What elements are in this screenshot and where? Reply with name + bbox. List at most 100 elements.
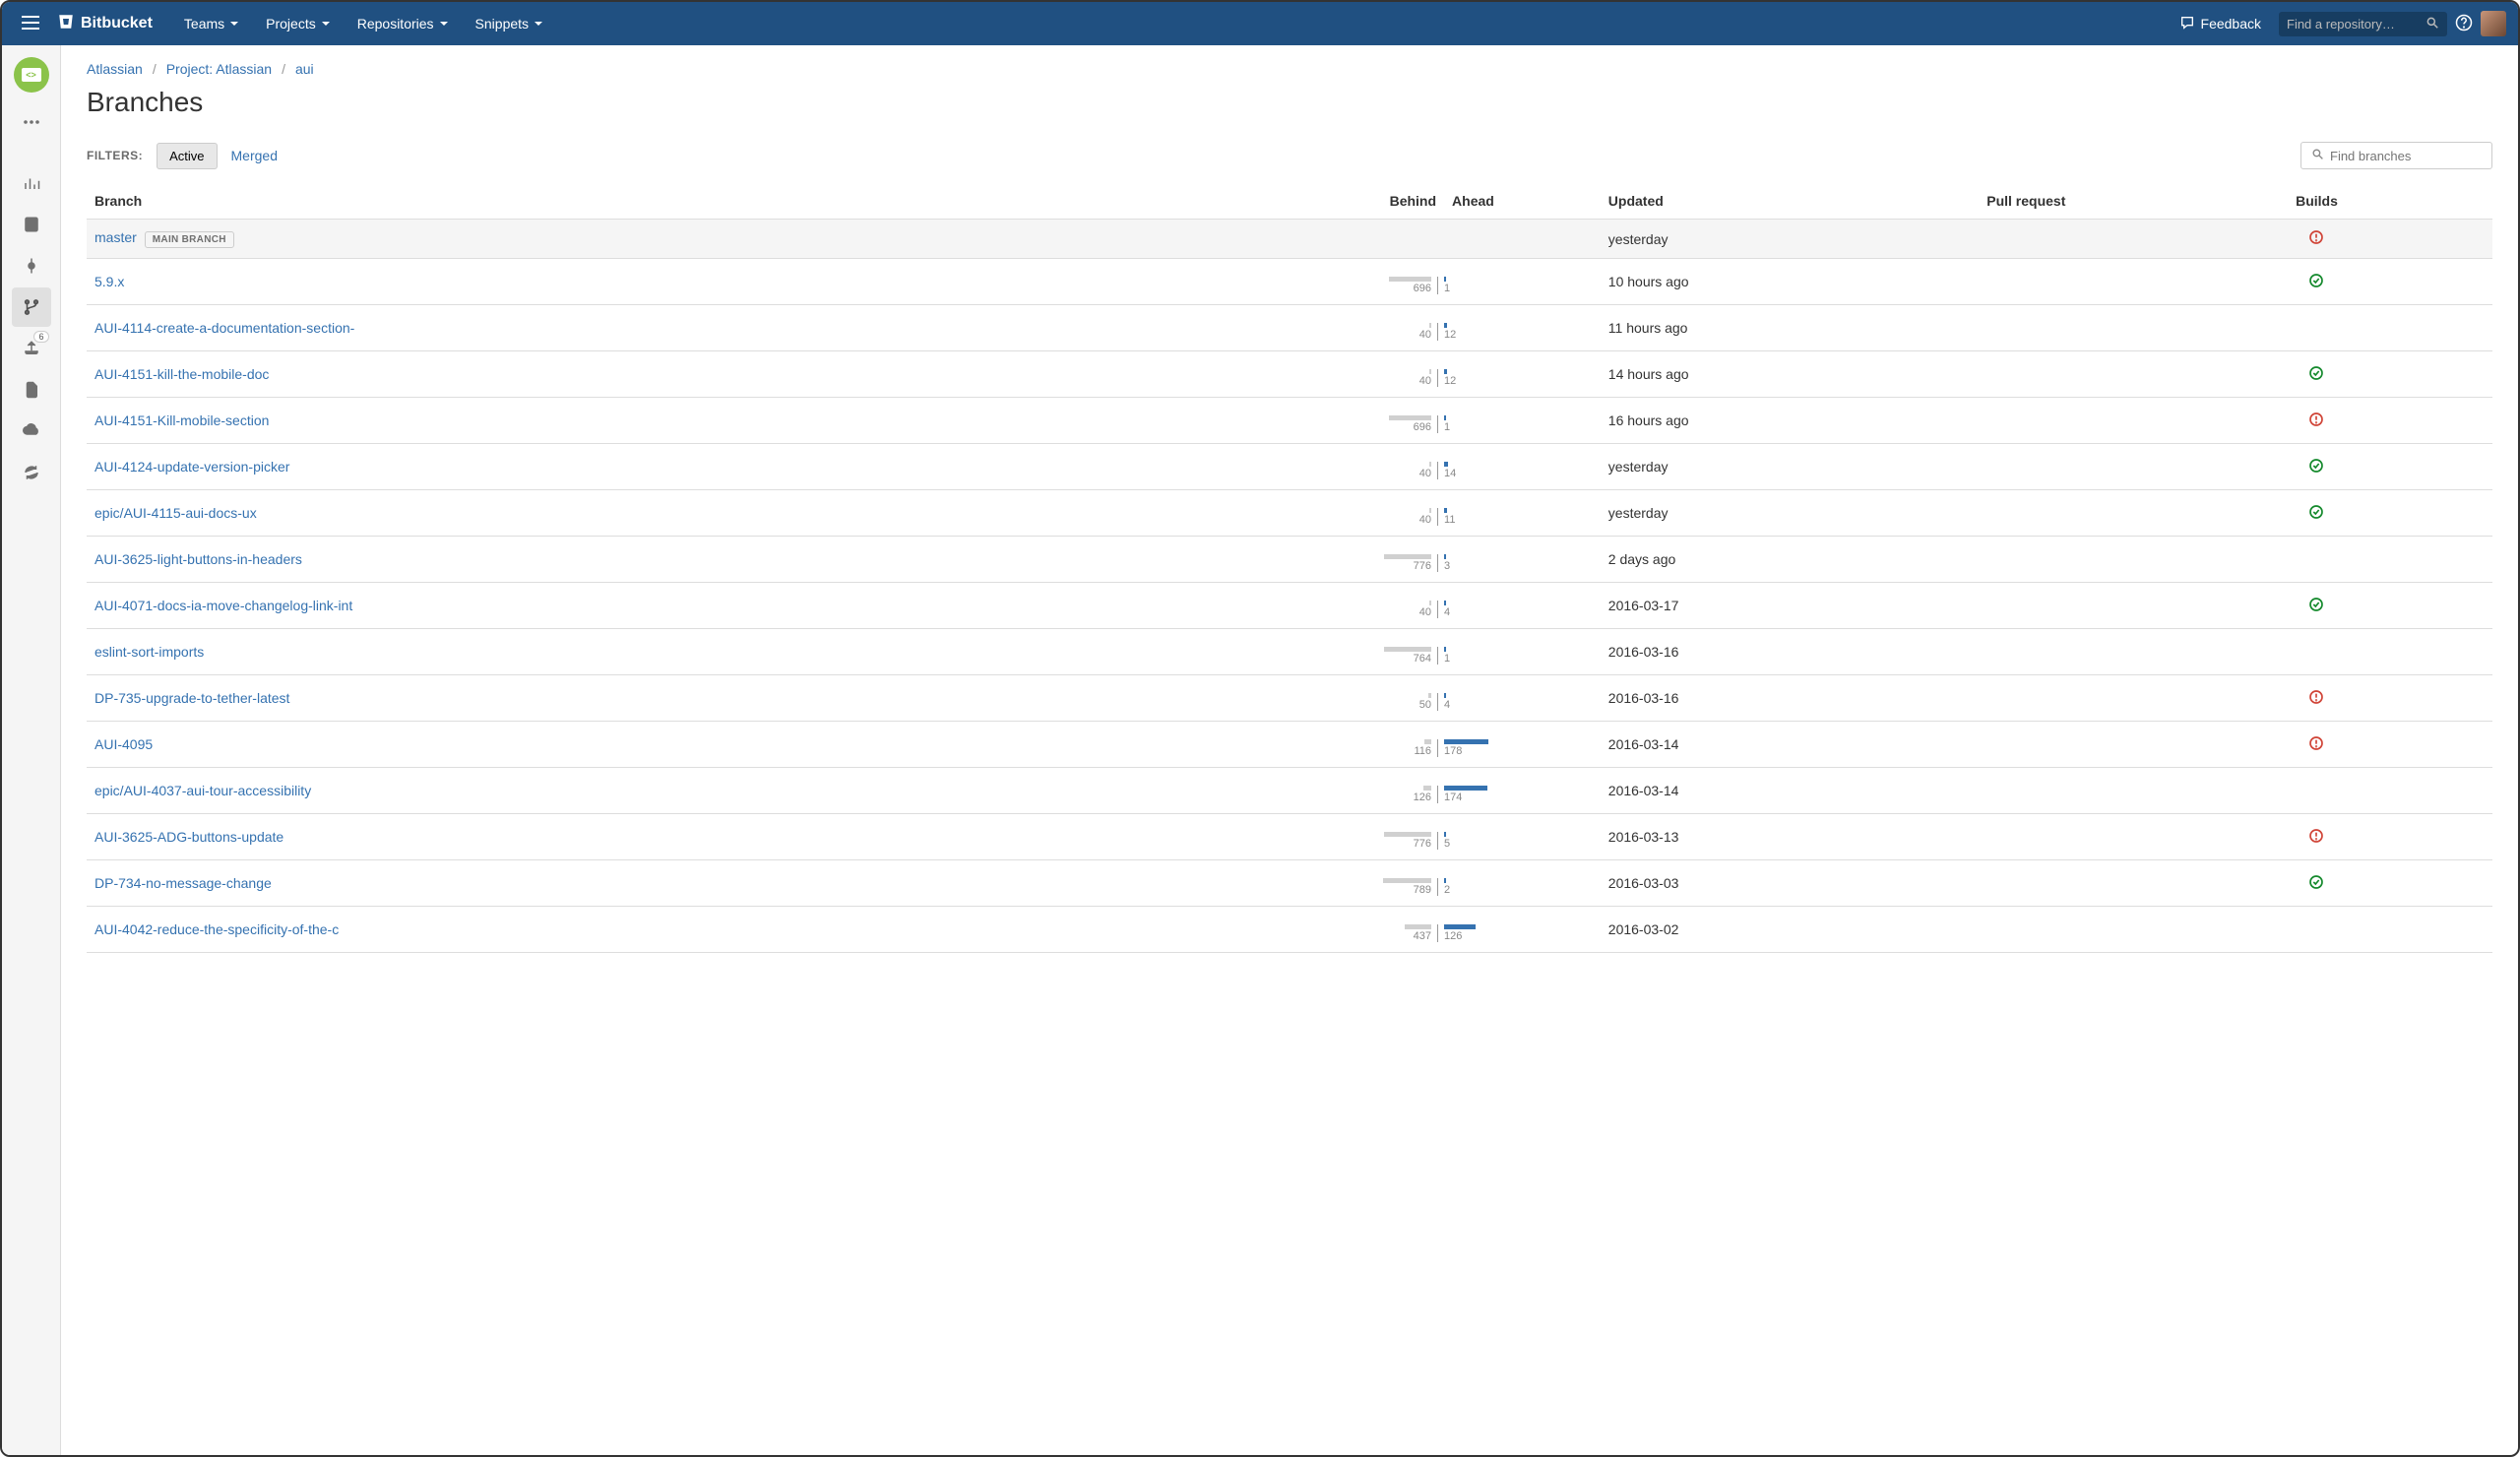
- branch-link[interactable]: epic/AUI-4115-aui-docs-ux: [94, 505, 257, 521]
- ahead-indicator: 1: [1438, 415, 1450, 433]
- user-avatar[interactable]: [2481, 11, 2506, 36]
- global-search-input[interactable]: [2287, 17, 2420, 32]
- nav-teams[interactable]: Teams: [172, 8, 250, 39]
- sidebar-pullrequests-icon[interactable]: 6: [12, 329, 51, 368]
- global-header: Bitbucket Teams Projects Repositories Sn…: [2, 2, 2518, 45]
- main-content: Atlassian / Project: Atlassian / aui Bra…: [61, 45, 2518, 1455]
- logo-text: Bitbucket: [81, 15, 153, 32]
- primary-nav: Teams Projects Repositories Snippets: [172, 8, 554, 39]
- sidebar-more-icon[interactable]: [12, 102, 51, 142]
- nav-snippets[interactable]: Snippets: [464, 8, 554, 39]
- table-row: AUI-3625-light-buttons-in-headers77632 d…: [87, 537, 2492, 583]
- branch-link[interactable]: AUI-4151-kill-the-mobile-doc: [94, 366, 269, 382]
- global-search[interactable]: [2279, 12, 2447, 36]
- sidebar-downloads-icon[interactable]: [12, 412, 51, 451]
- search-icon: [2311, 148, 2324, 163]
- nav-snippets-label: Snippets: [475, 16, 529, 32]
- sidebar-pipelines-icon[interactable]: [12, 370, 51, 410]
- sidebar-branches-icon[interactable]: [12, 287, 51, 327]
- caret-down-icon: [535, 22, 542, 26]
- col-actions: [2412, 183, 2492, 220]
- sidebar-settings-icon[interactable]: [12, 453, 51, 492]
- ahead-indicator: 12: [1438, 369, 1456, 387]
- table-row: DP-734-no-message-change78922016-03-03••…: [87, 860, 2492, 907]
- build-failed-icon[interactable]: [2308, 232, 2324, 248]
- table-row: AUI-4151-Kill-mobile-section696116 hours…: [87, 398, 2492, 444]
- breadcrumb-repo[interactable]: aui: [295, 61, 314, 77]
- table-row: AUI-40951161782016-03-14•••: [87, 722, 2492, 768]
- breadcrumb-project[interactable]: Project: Atlassian: [166, 61, 272, 77]
- behind-indicator: 40: [1419, 323, 1438, 341]
- feedback-label: Feedback: [2201, 16, 2261, 32]
- build-success-icon[interactable]: [2308, 877, 2324, 893]
- build-success-icon[interactable]: [2308, 368, 2324, 384]
- behind-indicator: 40: [1419, 508, 1438, 526]
- bucket-icon: [57, 13, 75, 35]
- main-branch-badge: MAIN BRANCH: [145, 231, 234, 248]
- caret-down-icon: [322, 22, 330, 26]
- behind-indicator: 696: [1389, 277, 1439, 294]
- nav-repositories-label: Repositories: [357, 16, 434, 32]
- updated-text: yesterday: [1608, 231, 1669, 247]
- nav-repositories[interactable]: Repositories: [346, 8, 460, 39]
- sidebar-overview-icon[interactable]: [12, 163, 51, 203]
- help-icon[interactable]: [2455, 14, 2473, 34]
- branch-link[interactable]: AUI-4114-create-a-documentation-section-: [94, 320, 354, 336]
- table-row: AUI-4124-update-version-picker4014yester…: [87, 444, 2492, 490]
- updated-text: 11 hours ago: [1608, 320, 1688, 336]
- find-branches-input[interactable]: [2330, 149, 2482, 163]
- branch-link[interactable]: AUI-4042-reduce-the-specificity-of-the-c: [94, 921, 339, 937]
- ahead-indicator: 126: [1438, 924, 1476, 942]
- table-row: DP-735-upgrade-to-tether-latest5042016-0…: [87, 675, 2492, 722]
- repo-avatar-icon[interactable]: <>: [14, 57, 49, 93]
- table-row: 5.9.x696110 hours ago•••: [87, 259, 2492, 305]
- ahead-indicator: 1: [1438, 277, 1450, 294]
- branch-link[interactable]: AUI-4124-update-version-picker: [94, 459, 289, 475]
- sidebar-source-icon[interactable]: [12, 205, 51, 244]
- behind-indicator: 50: [1419, 693, 1438, 711]
- behind-indicator: 40: [1419, 369, 1438, 387]
- build-failed-icon[interactable]: [2308, 831, 2324, 847]
- menu-icon[interactable]: [14, 10, 47, 38]
- build-success-icon[interactable]: [2308, 461, 2324, 476]
- feedback-icon: [2179, 15, 2195, 33]
- build-failed-icon[interactable]: [2308, 692, 2324, 708]
- find-branches[interactable]: [2300, 142, 2492, 169]
- branch-link[interactable]: AUI-4095: [94, 736, 153, 752]
- nav-projects[interactable]: Projects: [254, 8, 342, 39]
- nav-projects-label: Projects: [266, 16, 316, 32]
- breadcrumb-atlassian[interactable]: Atlassian: [87, 61, 143, 77]
- filter-merged-link[interactable]: Merged: [231, 148, 278, 163]
- build-success-icon[interactable]: [2308, 600, 2324, 615]
- filter-active-button[interactable]: Active: [157, 143, 217, 169]
- table-row: epic/AUI-4037-aui-tour-accessibility1261…: [87, 768, 2492, 814]
- col-updated: Updated: [1601, 183, 1979, 220]
- bitbucket-logo[interactable]: Bitbucket: [47, 13, 162, 35]
- updated-text: 10 hours ago: [1608, 274, 1689, 289]
- updated-text: 2016-03-17: [1608, 598, 1679, 613]
- updated-text: 2016-03-16: [1608, 644, 1679, 660]
- build-failed-icon[interactable]: [2308, 738, 2324, 754]
- branch-link[interactable]: master: [94, 229, 137, 245]
- branch-link[interactable]: eslint-sort-imports: [94, 644, 204, 660]
- branch-link[interactable]: 5.9.x: [94, 274, 124, 289]
- ahead-indicator: 174: [1438, 786, 1487, 803]
- ahead-indicator: 4: [1438, 601, 1450, 618]
- branch-link[interactable]: AUI-4151-Kill-mobile-section: [94, 412, 269, 428]
- ahead-indicator: 1: [1438, 647, 1450, 665]
- build-failed-icon[interactable]: [2308, 414, 2324, 430]
- updated-text: 16 hours ago: [1608, 412, 1689, 428]
- branch-link[interactable]: DP-735-upgrade-to-tether-latest: [94, 690, 289, 706]
- sidebar-commits-icon[interactable]: [12, 246, 51, 285]
- feedback-link[interactable]: Feedback: [2170, 9, 2271, 39]
- branch-link[interactable]: epic/AUI-4037-aui-tour-accessibility: [94, 783, 311, 798]
- branch-link[interactable]: AUI-3625-light-buttons-in-headers: [94, 551, 302, 567]
- branch-link[interactable]: DP-734-no-message-change: [94, 875, 272, 891]
- branch-link[interactable]: AUI-4071-docs-ia-move-changelog-link-int: [94, 598, 352, 613]
- ahead-indicator: 11: [1438, 508, 1455, 526]
- branch-link[interactable]: AUI-3625-ADG-buttons-update: [94, 829, 284, 845]
- build-success-icon[interactable]: [2308, 276, 2324, 291]
- build-success-icon[interactable]: [2308, 507, 2324, 523]
- behind-indicator: 40: [1419, 601, 1438, 618]
- ahead-indicator: 178: [1438, 739, 1488, 757]
